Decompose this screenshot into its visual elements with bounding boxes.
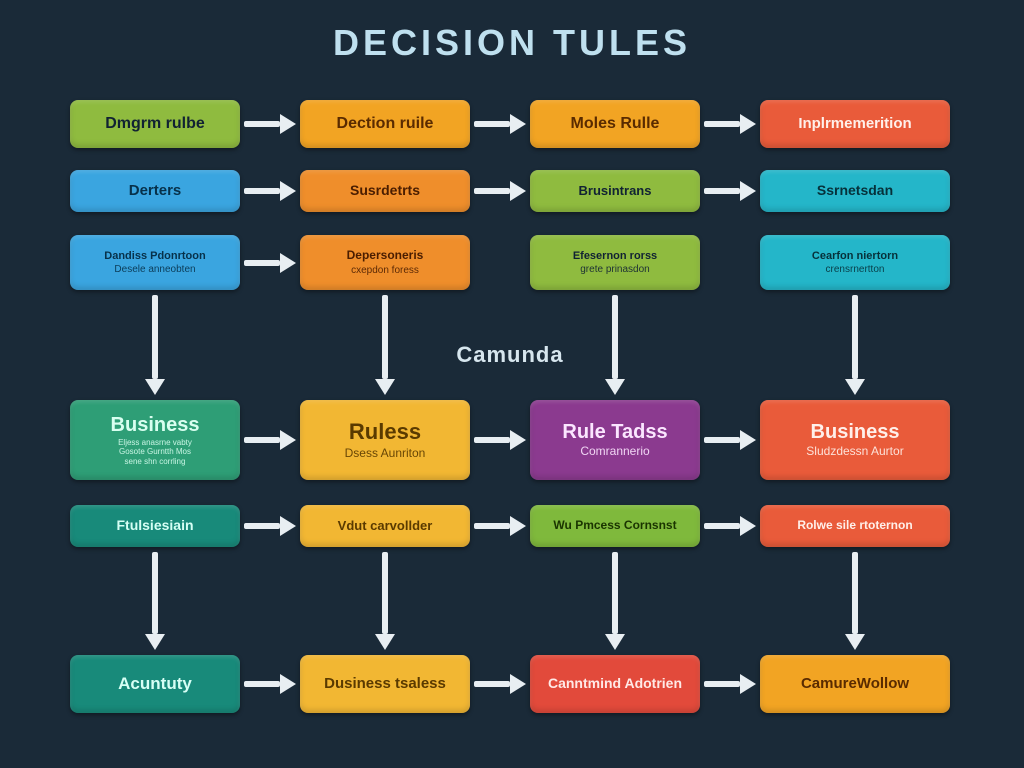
arrow-icon: [474, 119, 526, 129]
arrow-icon: [244, 679, 296, 689]
box-r1c4: Inplrmemerition: [760, 100, 950, 148]
arrow-down-icon: [150, 295, 160, 395]
arrow-icon: [704, 521, 756, 531]
arrow-down-icon: [610, 295, 620, 395]
arrow-icon: [704, 186, 756, 196]
box-r6c2: Dusiness tsaless: [300, 655, 470, 713]
box-r4c2: RulessDsess Aunriton: [300, 400, 470, 480]
box-r6c3: Canntmind Adotrien: [530, 655, 700, 713]
box-r4c4: BusinessSludzdessn Aurtor: [760, 400, 950, 480]
arrow-icon: [704, 679, 756, 689]
arrow-down-icon: [850, 295, 860, 395]
arrow-down-icon: [150, 552, 160, 650]
arrow-icon: [704, 435, 756, 445]
arrow-icon: [244, 521, 296, 531]
arrow-down-icon: [610, 552, 620, 650]
arrow-icon: [474, 435, 526, 445]
diagram-canvas: DECISION TULES Dmgrm rulbe Dection ruile…: [0, 0, 1024, 768]
box-r2c1: Derters: [70, 170, 240, 212]
box-r4c3: Rule TadssComrannerio: [530, 400, 700, 480]
arrow-icon: [244, 435, 296, 445]
box-r1c3: Moles Rulle: [530, 100, 700, 148]
arrow-icon: [474, 679, 526, 689]
arrow-icon: [244, 119, 296, 129]
box-r6c4: CamureWollow: [760, 655, 950, 713]
box-r1c1: Dmgrm rulbe: [70, 100, 240, 148]
box-r2c3: Brusintrans: [530, 170, 700, 212]
box-r5c1: Ftulsiesiain: [70, 505, 240, 547]
arrow-icon: [244, 186, 296, 196]
arrow-icon: [704, 119, 756, 129]
center-label: Camunda: [440, 342, 580, 368]
box-r3c2: Depersoneriscxepdon foress: [300, 235, 470, 290]
box-r6c1: Acuntuty: [70, 655, 240, 713]
arrow-down-icon: [850, 552, 860, 650]
box-r2c4: Ssrnetsdan: [760, 170, 950, 212]
box-r1c2: Dection ruile: [300, 100, 470, 148]
box-r5c4: Rolwe sile rtoternon: [760, 505, 950, 547]
box-r3c4: Cearfon niertorncrensrnertton: [760, 235, 950, 290]
box-r5c3: Wu Pmcess Cornsnst: [530, 505, 700, 547]
box-r4c1: BusinessEljess anasrne vabty Gosote Gurn…: [70, 400, 240, 480]
box-r2c2: Susrdetrts: [300, 170, 470, 212]
box-r3c3: Efesernon rorssgrete prinasdon: [530, 235, 700, 290]
arrow-icon: [474, 186, 526, 196]
arrow-icon: [244, 258, 296, 268]
diagram-title: DECISION TULES: [0, 22, 1024, 64]
box-r5c2: Vdut carvollder: [300, 505, 470, 547]
arrow-down-icon: [380, 295, 390, 395]
box-r3c1: Dandiss PdonrtoonDesele anneobten: [70, 235, 240, 290]
arrow-icon: [474, 521, 526, 531]
arrow-down-icon: [380, 552, 390, 650]
